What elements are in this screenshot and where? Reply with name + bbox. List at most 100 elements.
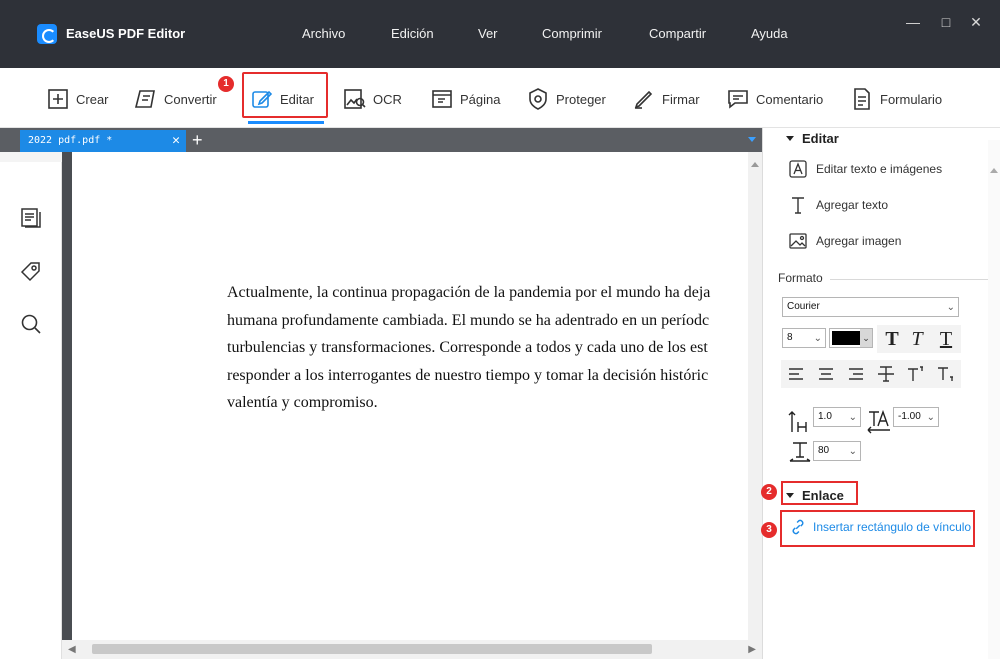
document-tab-strip: 2022 pdf.pdf * ✕ +: [0, 128, 762, 152]
line-spacing-select[interactable]: 1.0 ⌄: [813, 407, 861, 427]
bold-icon: T: [885, 327, 899, 350]
menu-compartir[interactable]: Compartir: [649, 26, 706, 41]
tool-comentario-label: Comentario: [756, 91, 824, 107]
tool-formulario[interactable]: Formulario: [850, 84, 942, 114]
paragraph-line: turbulencias y transformaciones. Corresp…: [227, 339, 708, 356]
tool-pagina[interactable]: Página: [430, 84, 500, 114]
edit-text-images-item[interactable]: Editar texto e imágenes: [788, 159, 942, 179]
chevron-down-icon: ⌄: [926, 412, 935, 423]
edit-section-title: Editar: [802, 131, 839, 146]
collapse-caret-icon: [786, 136, 794, 141]
add-text-item[interactable]: Agregar texto: [788, 195, 888, 215]
form-icon: [854, 88, 870, 110]
tool-ocr-label: OCR: [373, 91, 402, 107]
image-icon: [789, 233, 807, 249]
text-box-a-icon: [789, 160, 807, 178]
left-sidebar: [0, 152, 62, 659]
character-spacing-select[interactable]: -1.00 ⌄: [893, 407, 939, 427]
add-image-item[interactable]: Agregar imagen: [788, 231, 901, 251]
page-paragraph[interactable]: Actualmente, la continua propagación de …: [227, 279, 748, 417]
panel-scrollbar[interactable]: [988, 140, 1000, 659]
tool-comentario[interactable]: Comentario: [726, 84, 823, 114]
chevron-down-icon: ⌄: [848, 412, 857, 423]
document-tab[interactable]: 2022 pdf.pdf * ✕: [20, 130, 186, 152]
plus-square-icon: [48, 89, 68, 109]
link-section-header[interactable]: Enlace: [786, 488, 844, 503]
scroll-up-arrow-icon[interactable]: [751, 162, 759, 167]
comment-icon: [728, 90, 748, 109]
align-right-button[interactable]: [841, 360, 871, 388]
minimize-icon[interactable]: —: [905, 14, 921, 30]
close-window-icon[interactable]: ✕: [968, 14, 984, 30]
strikethrough-icon: [878, 366, 894, 382]
chevron-down-icon: ⌄: [848, 446, 857, 457]
maximize-icon[interactable]: □: [938, 14, 954, 30]
superscript-button[interactable]: [901, 360, 931, 388]
convert-icon: [134, 90, 155, 108]
page-gutter: [62, 152, 72, 640]
tool-convertir[interactable]: Convertir: [134, 84, 217, 114]
close-tab-icon[interactable]: ✕: [172, 130, 180, 152]
strikethrough-button[interactable]: [871, 360, 901, 388]
underline-button[interactable]: T: [931, 325, 961, 353]
tool-firmar-label: Firmar: [662, 91, 700, 107]
superscript-icon: [908, 366, 923, 381]
edit-section-header[interactable]: Editar: [786, 131, 839, 146]
shield-icon: [529, 88, 547, 110]
tool-proteger[interactable]: Proteger: [526, 84, 606, 114]
format-divider: [830, 279, 990, 280]
font-family-select[interactable]: Courier ⌄: [782, 297, 959, 317]
scale-select[interactable]: 80 ⌄: [813, 441, 861, 461]
align-left-button[interactable]: [781, 360, 811, 388]
pdf-page[interactable]: Actualmente, la continua propagación de …: [72, 152, 748, 640]
edit-text-images-label: Editar texto e imágenes: [816, 162, 943, 176]
menu-edicion[interactable]: Edición: [391, 26, 434, 41]
paragraph-line: responder a los interrogantes de nuestro…: [227, 366, 709, 384]
link-chain-icon: [792, 519, 804, 535]
document-tab-label: 2022 pdf.pdf *: [28, 135, 113, 146]
paragraph-line: valentía y compromiso.: [227, 394, 378, 411]
document-vertical-scrollbar[interactable]: [748, 152, 762, 640]
app-title: EaseUS PDF Editor: [66, 26, 186, 41]
font-size-select[interactable]: 8 ⌄: [782, 328, 826, 348]
align-left-icon: [789, 368, 803, 380]
scroll-left-arrow-icon[interactable]: ◀: [68, 644, 76, 655]
align-center-icon: [819, 368, 833, 380]
subscript-button[interactable]: [931, 360, 961, 388]
menu-ver[interactable]: Ver: [478, 26, 498, 41]
menu-ayuda[interactable]: Ayuda: [751, 26, 788, 41]
document-horizontal-scrollbar[interactable]: ◀ ▶: [62, 640, 762, 659]
chevron-down-icon: ⌄: [813, 333, 822, 344]
scale-value: 80: [818, 445, 830, 456]
insert-link-rectangle-label: Insertar rectángulo de vínculo: [813, 520, 972, 534]
character-spacing-icon: [867, 409, 890, 434]
text-color-picker[interactable]: ⌄: [829, 328, 873, 348]
collapse-caret-icon: [786, 493, 794, 498]
italic-button[interactable]: T: [902, 325, 932, 353]
bookmark-tag-icon[interactable]: [19, 260, 43, 284]
horizontal-scroll-thumb[interactable]: [92, 644, 652, 654]
search-icon[interactable]: [19, 312, 43, 336]
add-text-label: Agregar texto: [816, 198, 889, 212]
menu-comprimir[interactable]: Comprimir: [542, 26, 602, 41]
step-badge-1: 1: [218, 76, 234, 92]
tool-crear[interactable]: Crear: [46, 84, 109, 114]
chevron-down-icon: ⌄: [946, 302, 955, 313]
tool-firmar[interactable]: Firmar: [632, 84, 700, 114]
editar-highlight-frame: [242, 72, 328, 118]
add-image-label: Agregar imagen: [816, 234, 902, 248]
align-center-button[interactable]: [811, 360, 841, 388]
font-family-value: Courier: [787, 301, 820, 312]
scroll-up-arrow-icon[interactable]: [990, 168, 998, 173]
scroll-right-arrow-icon[interactable]: ▶: [748, 644, 756, 655]
underline-icon: T: [939, 327, 953, 350]
add-tab-icon[interactable]: +: [192, 128, 203, 152]
active-tool-indicator: [248, 121, 324, 124]
menu-archivo[interactable]: Archivo: [302, 26, 345, 41]
line-spacing-value: 1.0: [818, 411, 832, 422]
link-section-title: Enlace: [802, 488, 844, 503]
insert-link-rectangle-item[interactable]: Insertar rectángulo de vínculo: [789, 518, 971, 536]
thumbnails-icon[interactable]: [19, 206, 43, 230]
tool-ocr[interactable]: OCR: [343, 84, 402, 114]
tab-list-chevron-icon[interactable]: [748, 137, 756, 142]
